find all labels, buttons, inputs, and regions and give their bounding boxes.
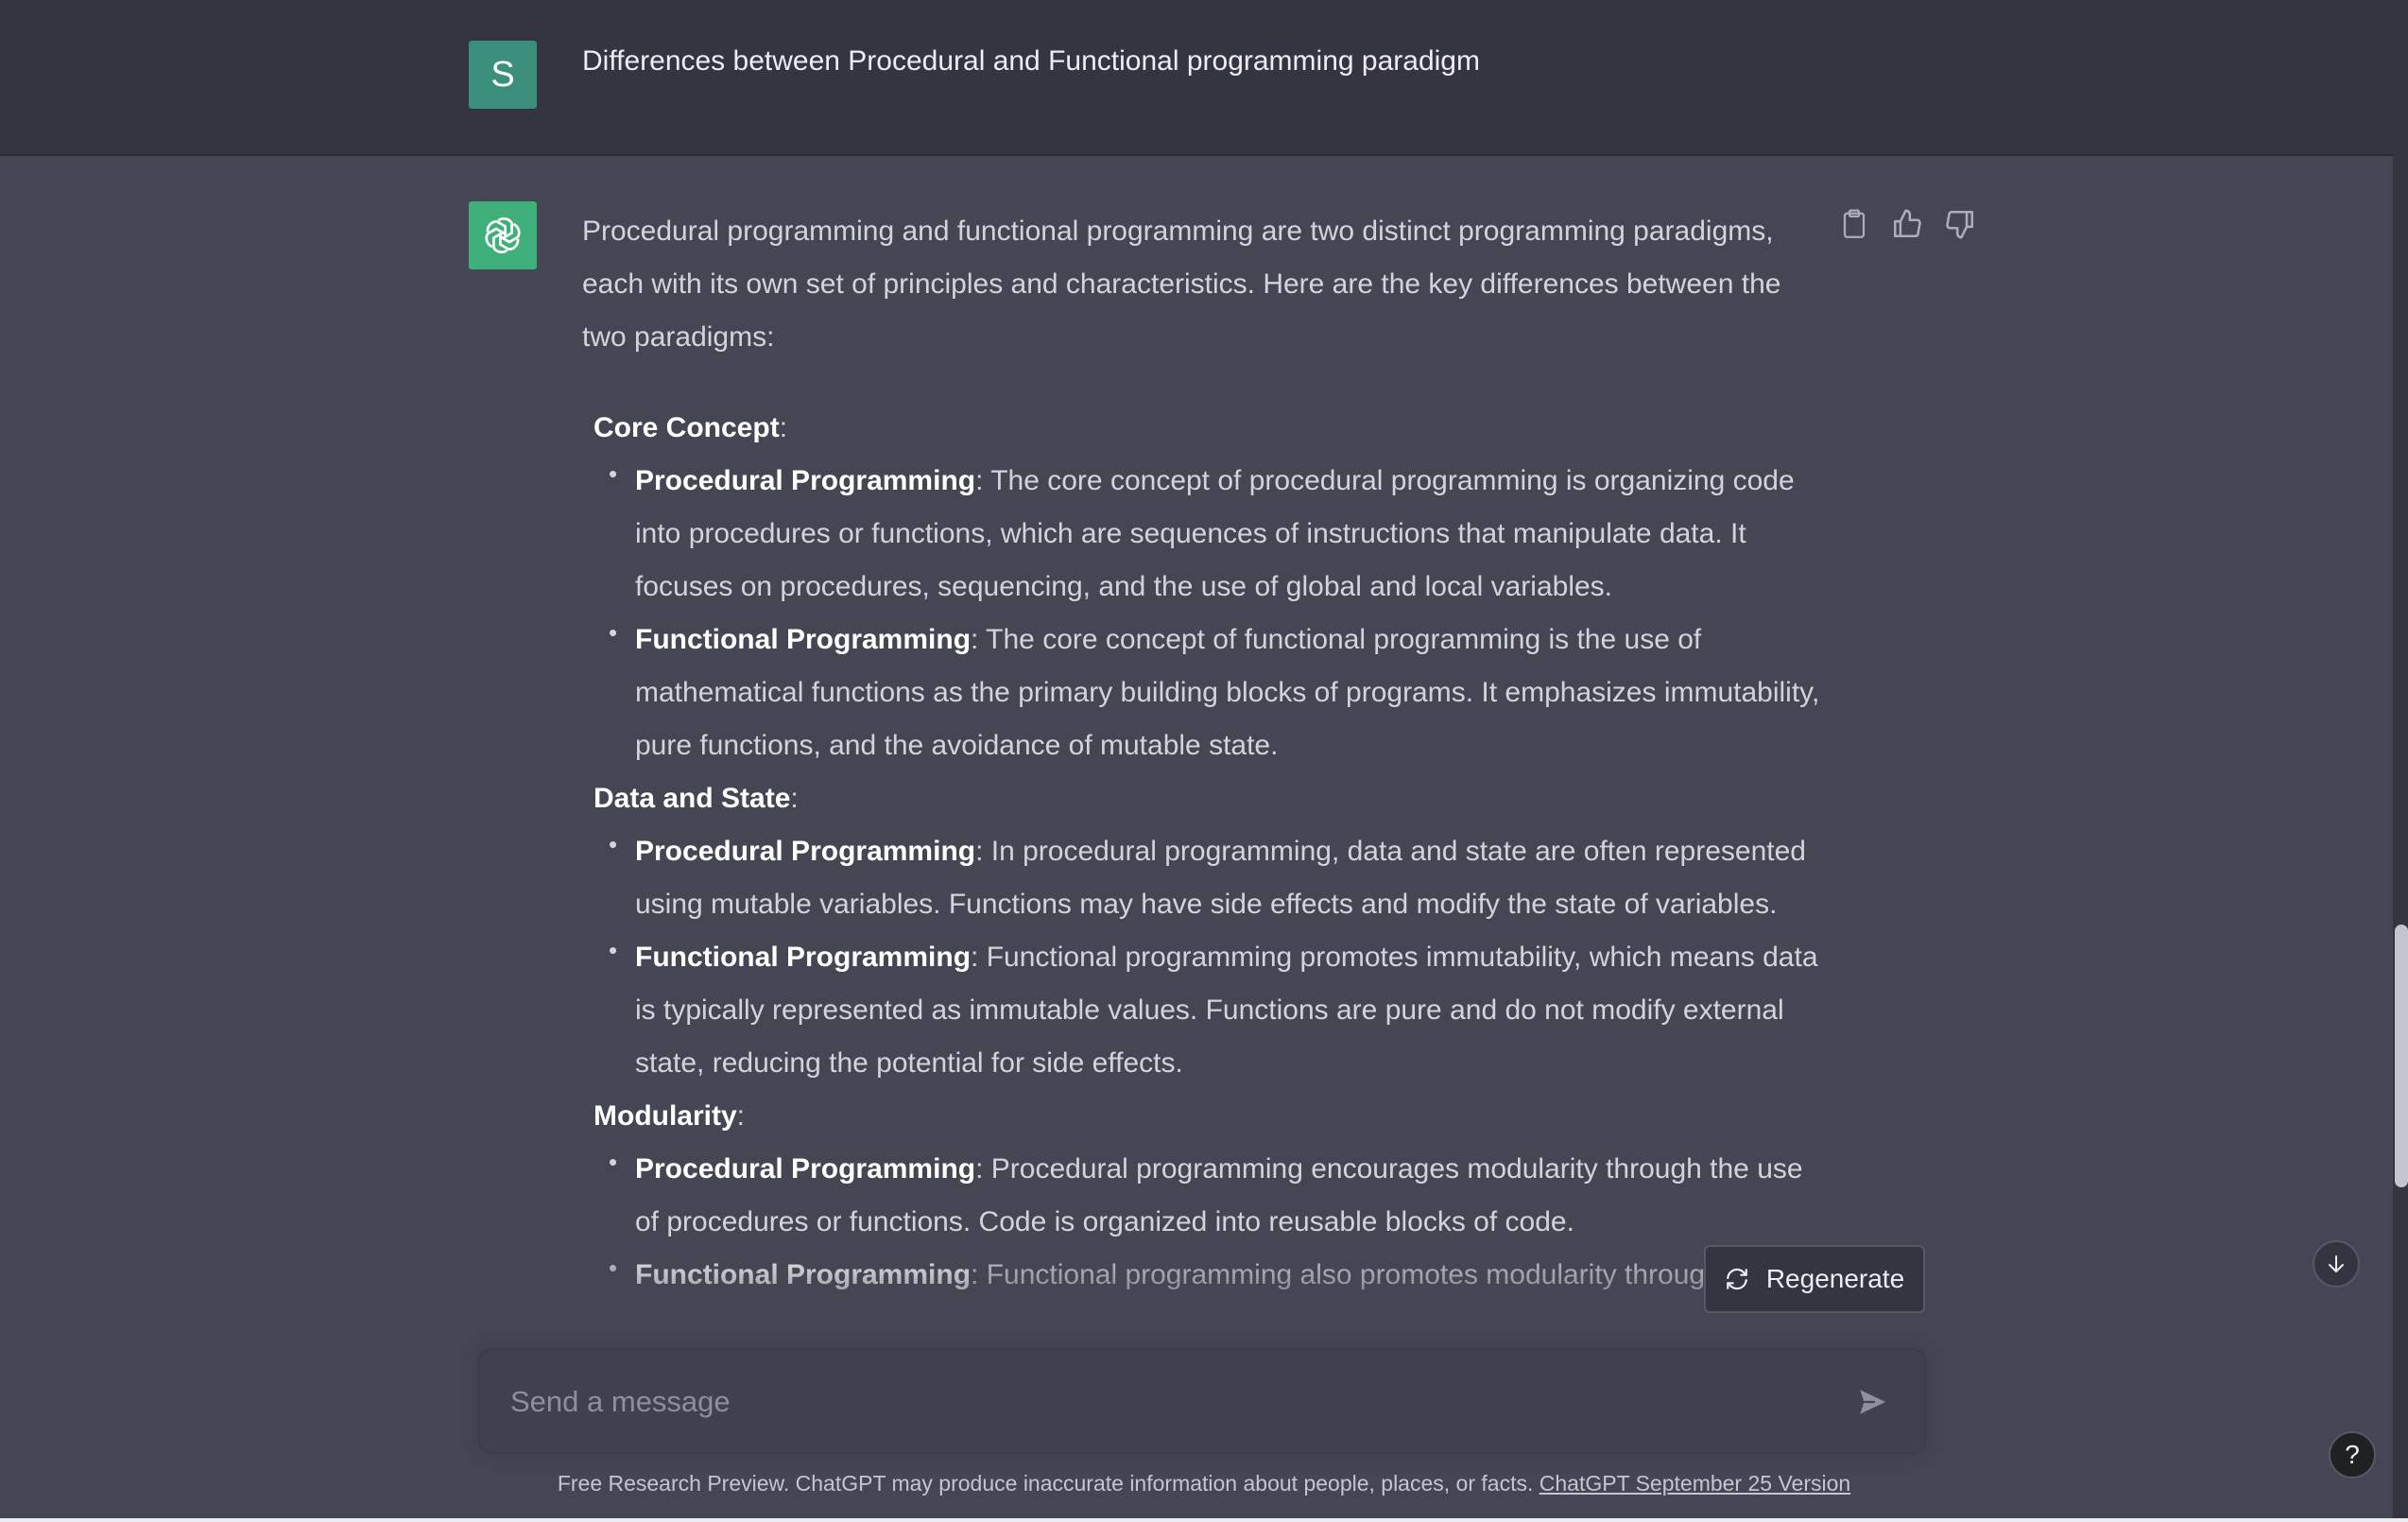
section-heading: Core Concept: — [593, 412, 788, 443]
section-title: Data and State — [593, 783, 791, 814]
chat-page: S Differences between Procedural and Fun… — [0, 0, 2408, 1522]
section-title: Modularity — [593, 1100, 737, 1132]
user-message-row: S Differences between Procedural and Fun… — [0, 0, 2393, 156]
clipboard-icon[interactable] — [1837, 207, 1871, 241]
differences-list: 1.Core Concept:Procedural Programming: T… — [582, 402, 1820, 1302]
section-heading: Modularity: — [593, 1100, 746, 1132]
message-input[interactable] — [508, 1376, 1816, 1427]
list-item: Functional Programming: The core concept… — [609, 606, 1820, 772]
regenerate-label: Regenerate — [1765, 1264, 1905, 1293]
section-heading: Data and State: — [593, 783, 799, 814]
bottom-border — [0, 1518, 2408, 1522]
point-label: Functional Programming — [635, 942, 972, 973]
section-title: Core Concept — [593, 412, 780, 443]
version-link[interactable]: ChatGPT September 25 Version — [1539, 1471, 1850, 1496]
arrow-down-icon — [2329, 1255, 2344, 1272]
section-points: Procedural Programming: The core concept… — [593, 447, 1820, 772]
thumbs-down-icon[interactable] — [1943, 207, 1977, 241]
point-label: Procedural Programming — [635, 465, 976, 496]
difference-section: 1.Core Concept:Procedural Programming: T… — [582, 402, 1820, 772]
user-avatar: S — [469, 41, 537, 109]
help-label: ? — [2345, 1440, 2360, 1469]
footer-disclaimer: Free Research Preview. ChatGPT may produ… — [0, 1471, 2408, 1496]
regenerate-button[interactable]: Regenerate — [1704, 1245, 1925, 1313]
difference-section: 2.Data and State:Procedural Programming:… — [582, 772, 1820, 1090]
point-label: Procedural Programming — [635, 1153, 976, 1185]
help-button[interactable]: ? — [2329, 1431, 2376, 1479]
user-message-text: Differences between Procedural and Funct… — [582, 45, 1480, 77]
thumbs-up-icon[interactable] — [1890, 207, 1924, 241]
list-item: Procedural Programming: In procedural pr… — [609, 818, 1820, 931]
point-label: Procedural Programming — [635, 836, 976, 867]
user-avatar-letter: S — [490, 54, 515, 95]
send-icon — [1860, 1390, 1886, 1414]
chatgpt-logo-icon — [469, 201, 537, 269]
scrollbar-thumb[interactable] — [2395, 925, 2408, 1187]
refresh-icon — [1726, 1268, 1747, 1290]
list-item: Functional Programming: Functional progr… — [609, 924, 1820, 1090]
scroll-to-bottom-button[interactable] — [2313, 1240, 2360, 1288]
content-fade — [582, 1238, 1820, 1352]
footer-text: Free Research Preview. ChatGPT may produ… — [557, 1471, 1539, 1496]
message-composer — [478, 1348, 1926, 1454]
scrollbar-track — [2395, 0, 2408, 1518]
message-actions — [1837, 207, 1977, 241]
list-item: Procedural Programming: Procedural progr… — [609, 1135, 1820, 1249]
assistant-intro: Procedural programming and functional pr… — [582, 216, 1781, 353]
send-button[interactable] — [1849, 1378, 1896, 1426]
section-points: Procedural Programming: In procedural pr… — [593, 818, 1820, 1090]
list-item: Procedural Programming: The core concept… — [609, 447, 1820, 614]
assistant-message-row: Procedural programming and functional pr… — [0, 156, 2393, 1522]
point-label: Functional Programming — [635, 624, 972, 655]
assistant-message-content: Procedural programming and functional pr… — [582, 156, 1820, 1352]
